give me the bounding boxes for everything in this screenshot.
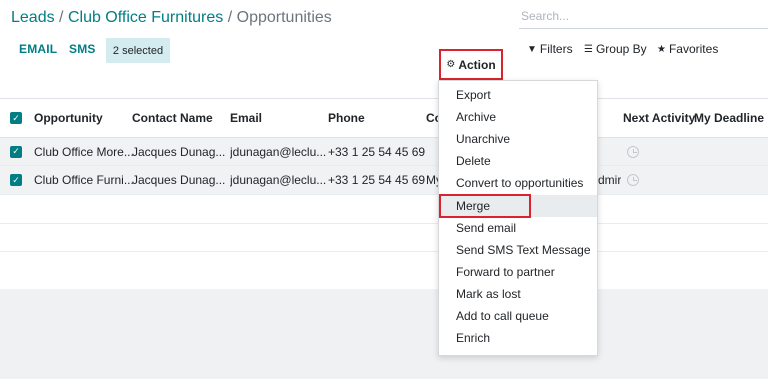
breadcrumb: Leads / Club Office Furnitures / Opportu… [11, 8, 332, 28]
row-checkbox[interactable]: ✓ [10, 138, 22, 165]
search-input[interactable] [519, 5, 768, 27]
breadcrumb-separator: / [227, 9, 233, 26]
column-next-activity[interactable]: Next Activity [623, 99, 695, 137]
menu-item-enrich[interactable]: Enrich [439, 327, 597, 349]
cell-phone: +33 1 25 54 45 69 [328, 144, 426, 159]
table-row[interactable]: ✓ Club Office Furni... Jacques Dunag... … [0, 166, 768, 195]
control-panel: Leads / Club Office Furnitures / Opportu… [0, 0, 768, 99]
menu-item-mark-lost[interactable]: Mark as lost [439, 283, 597, 305]
menu-item-unarchive[interactable]: Unarchive [439, 128, 597, 150]
empty-row [0, 224, 768, 252]
column-opportunity[interactable]: Opportunity [34, 99, 103, 137]
search-box [519, 5, 768, 29]
action-button[interactable]: ⚙ Action [439, 49, 503, 80]
cell-salesperson: dmir [598, 173, 622, 187]
column-contact-name[interactable]: Contact Name [132, 99, 213, 137]
breadcrumb-separator: / [59, 9, 64, 26]
activity-button[interactable] [627, 166, 639, 194]
check-icon: ✓ [10, 145, 22, 158]
cell-phone: +33 1 25 54 45 69 [328, 173, 426, 187]
menu-item-send-sms[interactable]: Send SMS Text Message [439, 239, 597, 261]
check-icon: ✓ [10, 174, 22, 186]
activity-button[interactable] [627, 138, 639, 165]
groupby-button[interactable]: ☰ Group By [584, 42, 647, 56]
cell-opportunity: Club Office Furni... [34, 173, 134, 187]
empty-row [0, 195, 768, 224]
clock-icon [627, 174, 639, 186]
gear-icon: ⚙ [446, 59, 456, 70]
clock-icon [627, 145, 639, 158]
email-button[interactable]: EMAIL [19, 42, 57, 56]
column-phone[interactable]: Phone [328, 99, 365, 137]
table-header: ✓ Opportunity Contact Name Email Phone C… [0, 99, 768, 138]
menu-item-forward-partner[interactable]: Forward to partner [439, 261, 597, 283]
menu-item-export[interactable]: Export [439, 84, 597, 106]
star-icon: ★ [657, 43, 666, 55]
filters-label: Filters [539, 42, 573, 56]
empty-row [0, 252, 768, 289]
selected-count-badge: 2 selected [106, 38, 170, 63]
column-email[interactable]: Email [230, 99, 262, 137]
groupby-label: Group By [595, 42, 647, 56]
menu-item-call-queue[interactable]: Add to call queue [439, 305, 597, 327]
check-icon: ✓ [10, 112, 22, 124]
row-checkbox[interactable]: ✓ [10, 166, 22, 194]
favorites-button[interactable]: ★ Favorites [657, 42, 718, 56]
breadcrumb-leads[interactable]: Leads [11, 9, 55, 26]
menu-item-convert[interactable]: Convert to opportunities [439, 172, 597, 194]
cell-opportunity: Club Office More... [34, 144, 134, 159]
cell-contact: Jacques Dunag... [132, 173, 226, 187]
cell-email: jdunagan@leclu... [230, 144, 327, 159]
cell-email: jdunagan@leclu... [230, 173, 327, 187]
favorites-label: Favorites [668, 42, 719, 56]
menu-item-merge[interactable]: Merge [439, 195, 597, 217]
menu-item-delete[interactable]: Delete [439, 150, 597, 172]
funnel-icon: ▼ [527, 43, 537, 55]
breadcrumb-club-office[interactable]: Club Office Furnitures [68, 9, 223, 26]
cell-contact: Jacques Dunag... [132, 144, 226, 159]
action-label: Action [458, 57, 496, 72]
opportunity-list: ✓ Opportunity Contact Name Email Phone C… [0, 99, 768, 289]
action-dropdown-menu: Export Archive Unarchive Delete Convert … [438, 80, 598, 356]
column-my-deadline[interactable]: My Deadline [694, 99, 764, 137]
menu-item-archive[interactable]: Archive [439, 106, 597, 128]
table-row[interactable]: ✓ Club Office More... Jacques Dunag... j… [0, 138, 768, 166]
breadcrumb-current: Opportunities [236, 9, 332, 26]
menu-item-send-email[interactable]: Send email [439, 217, 597, 239]
sms-button[interactable]: SMS [69, 42, 96, 56]
select-all-checkbox[interactable]: ✓ [10, 99, 22, 137]
bars-icon: ☰ [584, 43, 593, 55]
filters-button[interactable]: ▼ Filters [527, 42, 573, 56]
